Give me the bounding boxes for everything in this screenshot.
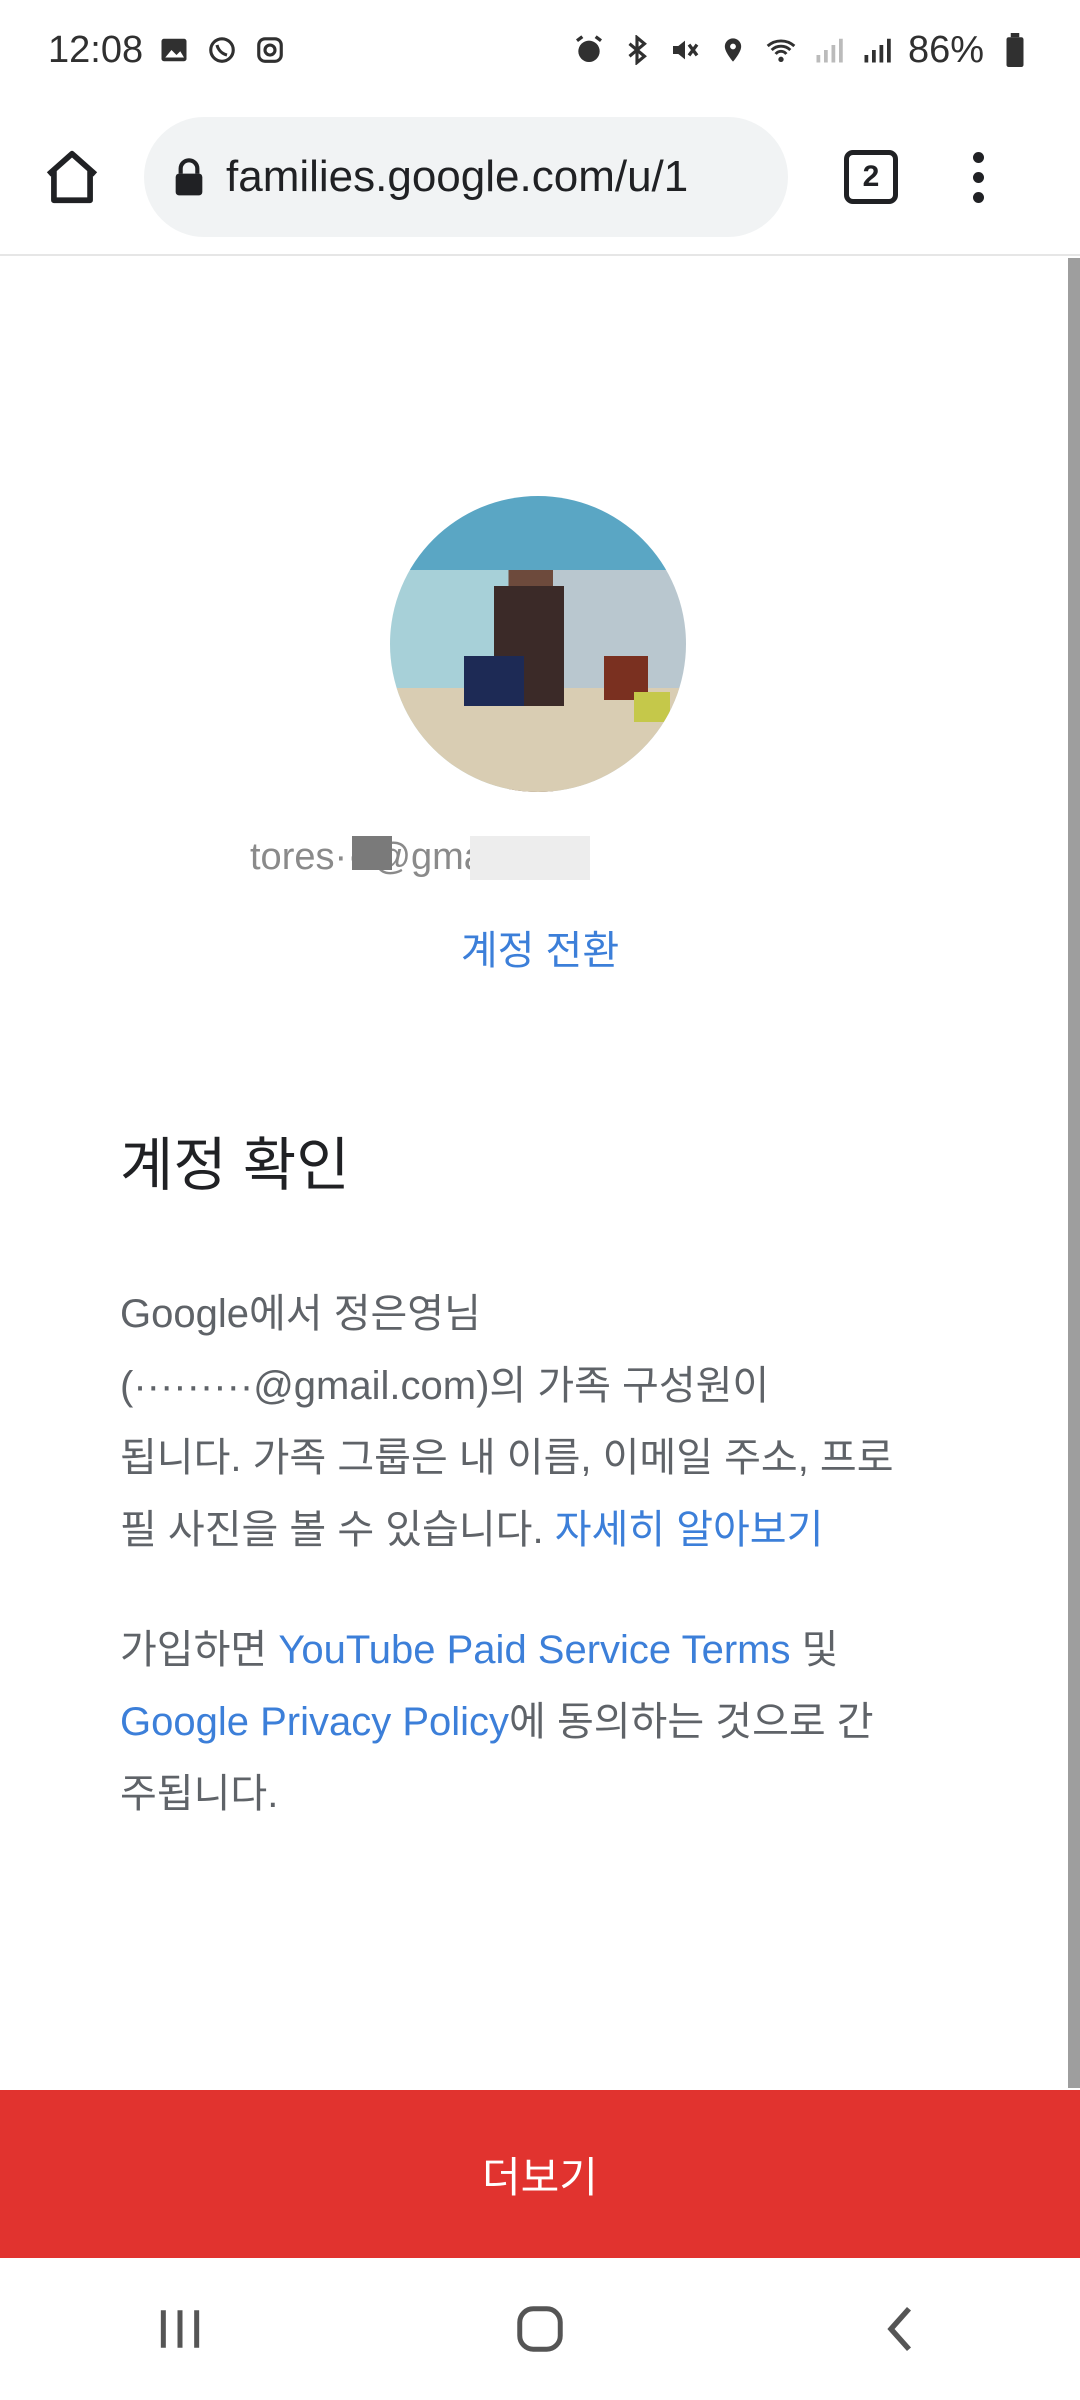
home-nav-icon bbox=[517, 2306, 563, 2352]
terms-suffix: 에 동의하는 것으로 간 bbox=[509, 1700, 874, 1744]
back-button[interactable] bbox=[840, 2279, 960, 2379]
menu-dot-icon bbox=[972, 171, 984, 183]
overflow-menu-button[interactable] bbox=[958, 129, 998, 225]
home-icon bbox=[46, 150, 98, 204]
terms-and: 및 bbox=[790, 1628, 839, 1672]
more-button[interactable]: 더보기 bbox=[0, 2090, 1080, 2258]
inviter-email: (·········@gmail.com) bbox=[120, 1364, 490, 1408]
privacy-policy-link[interactable]: Google Privacy Policy bbox=[120, 1700, 509, 1744]
mute-icon bbox=[668, 33, 702, 67]
battery-icon bbox=[998, 33, 1032, 67]
instagram-icon bbox=[253, 33, 287, 67]
location-icon bbox=[716, 33, 750, 67]
tab-switcher-button[interactable]: 2 bbox=[844, 150, 898, 204]
account-avatar bbox=[390, 496, 686, 792]
lock-icon bbox=[175, 158, 203, 196]
url-text: families.google.com/u/1 bbox=[226, 152, 689, 201]
confirm-line-4: 필 사진을 볼 수 있습니다. bbox=[120, 1508, 555, 1552]
home-nav-button[interactable] bbox=[480, 2279, 600, 2379]
recents-icon bbox=[160, 2310, 200, 2348]
confirm-line-2: 의 가족 구성원이 bbox=[489, 1364, 770, 1408]
status-time: 12:08 bbox=[48, 28, 144, 71]
terms-paragraph: 가입하면 YouTube Paid Service Terms 및 Google… bbox=[120, 1614, 960, 1830]
switch-account-link[interactable]: 계정 전환 bbox=[0, 918, 1080, 976]
bluetooth-icon bbox=[620, 33, 654, 67]
confirm-line-3: 됩니다. 가족 그룹은 내 이름, 이메일 주소, 프로 bbox=[120, 1436, 894, 1480]
redaction-block bbox=[470, 836, 590, 880]
back-icon bbox=[887, 2306, 912, 2352]
recents-button[interactable] bbox=[120, 2279, 240, 2379]
page-scrollbar[interactable] bbox=[1068, 258, 1080, 2088]
page-title: 계정 확인 bbox=[120, 1133, 350, 1198]
confirm-line-1: Google에서 정은영님 bbox=[120, 1292, 481, 1336]
signal-r-icon bbox=[860, 33, 894, 67]
redaction-block bbox=[352, 836, 392, 870]
tab-count: 2 bbox=[862, 160, 880, 193]
confirm-paragraph: Google에서 정은영님 (·········@gmail.com)의 가족 … bbox=[120, 1278, 960, 1566]
address-bar[interactable]: families.google.com/u/1 bbox=[144, 117, 788, 237]
gallery-icon bbox=[157, 33, 191, 67]
terms-prefix: 가입하면 bbox=[120, 1628, 279, 1672]
status-bar: 12:08 86% bbox=[0, 0, 1080, 100]
signal-icon bbox=[812, 33, 846, 67]
browser-toolbar: families.google.com/u/1 2 bbox=[0, 100, 1080, 256]
battery-percent: 86% bbox=[907, 28, 984, 71]
system-nav-bar bbox=[0, 2258, 1080, 2400]
terms-suffix-2: 주됩니다. bbox=[120, 1772, 279, 1816]
alarm-icon bbox=[572, 33, 606, 67]
learn-more-link[interactable]: 자세히 알아보기 bbox=[555, 1508, 824, 1552]
youtube-terms-link[interactable]: YouTube Paid Service Terms bbox=[278, 1628, 790, 1672]
whatsapp-icon bbox=[205, 33, 239, 67]
home-button[interactable] bbox=[24, 129, 120, 225]
account-email: tores···@gmail.com bbox=[250, 836, 816, 880]
menu-dot-icon bbox=[972, 191, 984, 203]
menu-dot-icon bbox=[972, 151, 984, 163]
wifi-icon bbox=[764, 33, 798, 67]
